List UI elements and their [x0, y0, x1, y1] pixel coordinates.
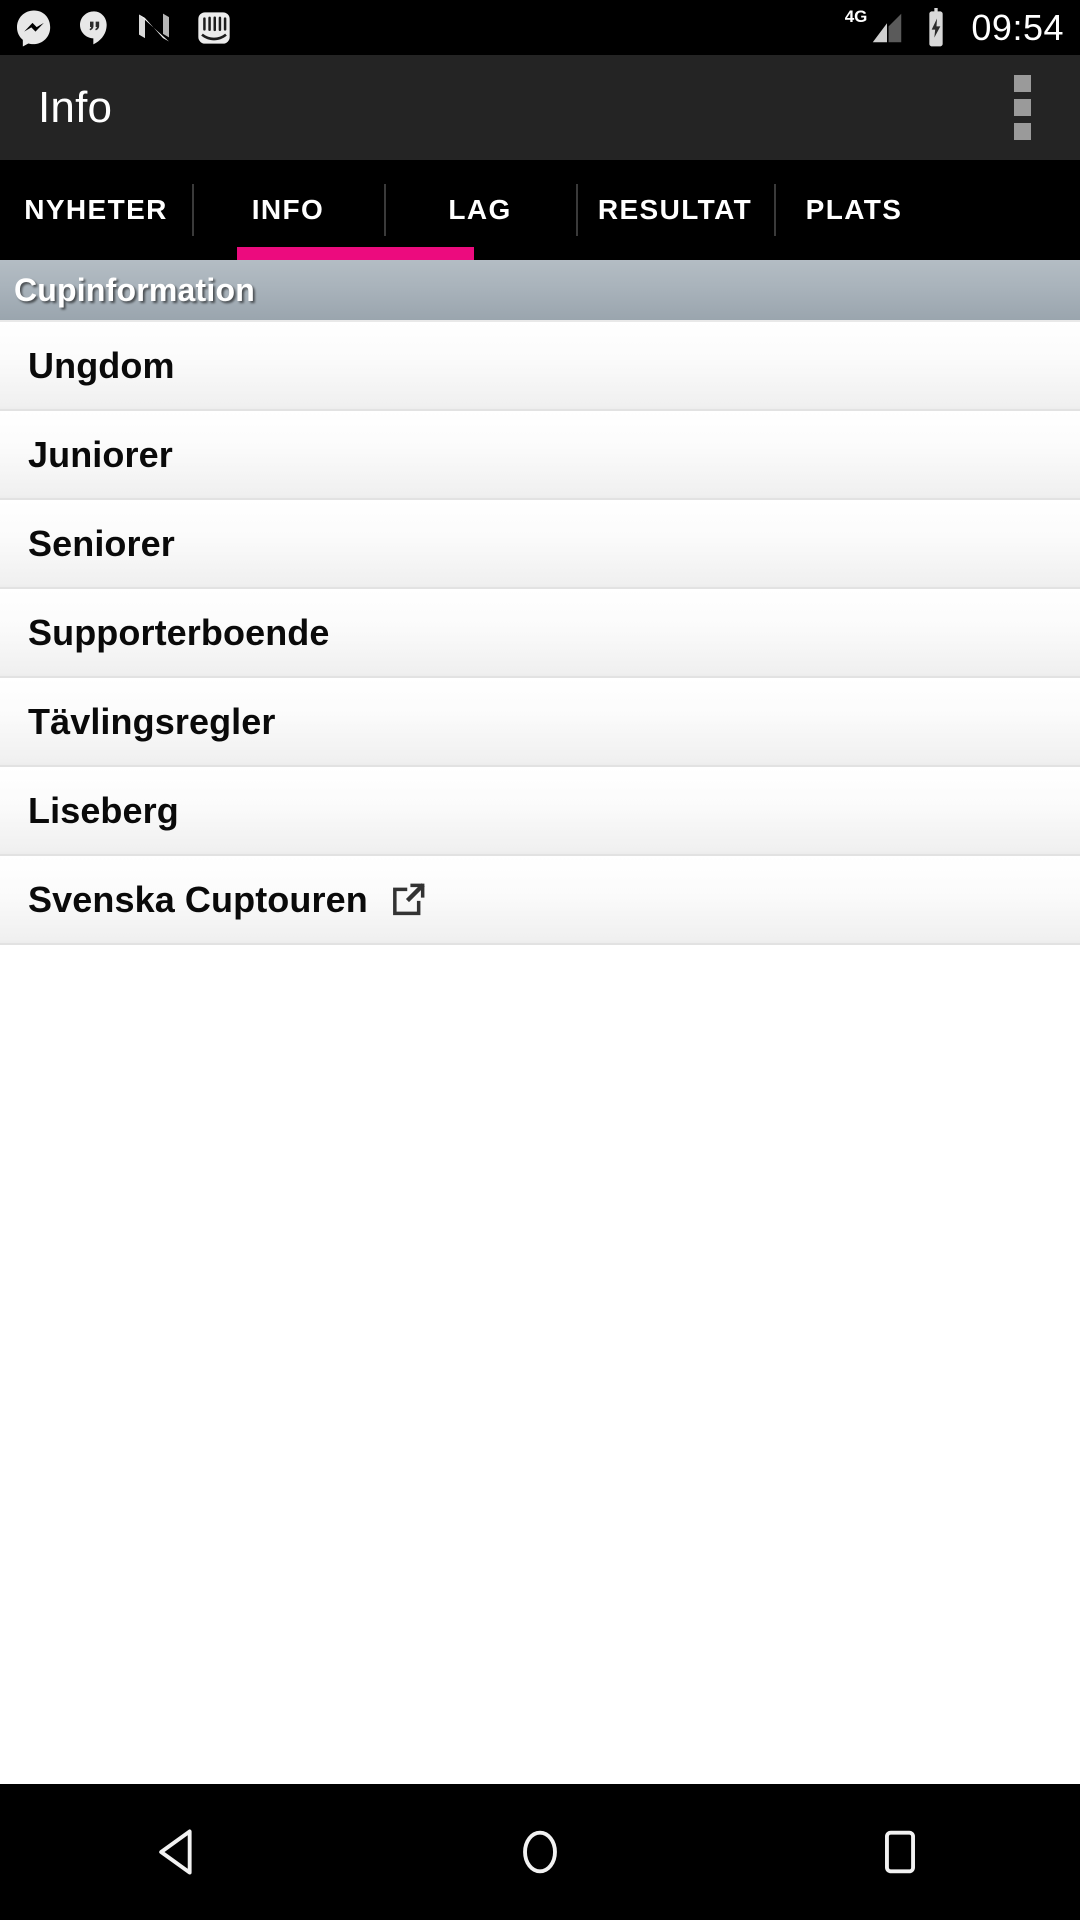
list-item[interactable]: Seniorer — [0, 500, 1080, 589]
status-bar: 4G 09:54 — [0, 0, 1080, 55]
messenger-icon — [17, 10, 51, 46]
section-header: Cupinformation — [0, 260, 1080, 322]
android-navigation-bar — [0, 1784, 1080, 1920]
tab-plats[interactable]: PLATS — [774, 160, 934, 260]
active-tab-indicator — [237, 247, 474, 260]
tab-label: NYHETER — [24, 194, 168, 225]
hangouts-icon — [80, 10, 107, 44]
list-item-label: Svenska Cuptouren — [28, 878, 368, 920]
tab-bar: NYHETER INFO LAG RESULTAT PLATS — [0, 160, 1080, 260]
battery-charging-icon — [929, 7, 944, 46]
tab-divider — [774, 184, 776, 236]
network-type-label: 4G — [844, 7, 868, 26]
tab-label: INFO — [251, 194, 325, 225]
list-item[interactable]: Tävlingsregler — [0, 678, 1080, 767]
list-item-label: Supporterboende — [28, 611, 330, 653]
tab-label: PLATS — [805, 194, 903, 225]
overflow-dot — [1013, 99, 1031, 116]
tab-divider — [192, 184, 194, 236]
list-item-label: Tävlingsregler — [28, 700, 276, 742]
tab-resultat[interactable]: RESULTAT — [576, 160, 774, 260]
status-system-icons: 4G 09:54 — [845, 7, 1064, 49]
home-circle-icon — [523, 1830, 557, 1874]
list-empty-area — [0, 945, 1080, 1770]
tab-divider — [384, 184, 386, 236]
tab-label: LAG — [448, 194, 512, 225]
open-in-new-icon — [388, 880, 428, 920]
home-button[interactable] — [450, 1784, 630, 1920]
more-vertical-icon[interactable] — [992, 69, 1052, 147]
phone-screen: 4G 09:54 Info NYHETER INFO LAG RESULTAT PLAT… — [0, 0, 1080, 1920]
back-triangle-icon — [159, 1829, 192, 1875]
intercom-icon — [198, 11, 230, 44]
tab-label: RESULTAT — [597, 194, 753, 225]
android-n-icon — [139, 13, 169, 41]
list-item-label: Liseberg — [28, 789, 179, 831]
tab-lag[interactable]: LAG — [384, 160, 576, 260]
page-title: Info — [38, 82, 113, 132]
clock: 09:54 — [971, 6, 1064, 48]
list-item[interactable]: Ungdom — [0, 322, 1080, 411]
section-header-label: Cupinformation — [14, 271, 255, 308]
back-button[interactable] — [90, 1784, 270, 1920]
list-item[interactable]: Svenska Cuptouren — [0, 856, 1080, 945]
info-list: Ungdom Juniorer Seniorer Supporterboende Täv… — [0, 322, 1080, 945]
network-indicator: 4G — [845, 8, 908, 47]
tab-divider — [576, 184, 578, 236]
signal-bars-icon — [873, 13, 902, 43]
list-item[interactable]: Liseberg — [0, 767, 1080, 856]
list-item-label: Juniorer — [28, 433, 173, 475]
overflow-dot — [1013, 75, 1031, 92]
list-item[interactable]: Juniorer — [0, 411, 1080, 500]
list-item-label: Seniorer — [28, 522, 175, 564]
overflow-dot — [1013, 123, 1031, 140]
app-bar: Info — [0, 55, 1080, 160]
tab-nyheter[interactable]: NYHETER — [0, 160, 192, 260]
tab-info[interactable]: INFO — [192, 160, 384, 260]
list-item-label: Ungdom — [28, 344, 175, 386]
recents-button[interactable] — [810, 1784, 990, 1920]
recents-square-icon — [885, 1830, 915, 1874]
list-item[interactable]: Supporterboende — [0, 589, 1080, 678]
status-notification-icons — [14, 8, 845, 48]
